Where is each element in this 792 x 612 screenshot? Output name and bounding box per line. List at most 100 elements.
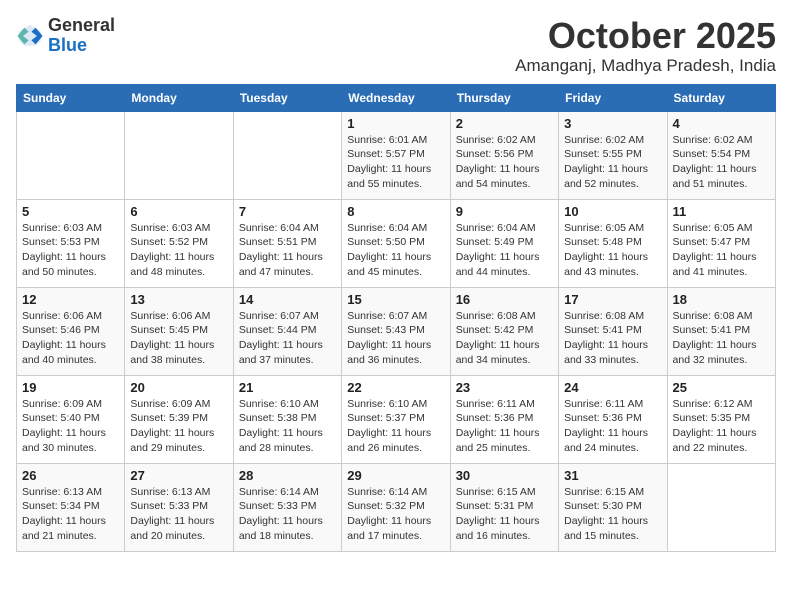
day-info: Sunrise: 6:15 AMSunset: 5:30 PMDaylight:… [564,485,661,544]
day-cell: 11 Sunrise: 6:05 AMSunset: 5:47 PMDaylig… [667,199,775,287]
location-title: Amanganj, Madhya Pradesh, India [515,56,776,76]
day-cell: 8 Sunrise: 6:04 AMSunset: 5:50 PMDayligh… [342,199,450,287]
day-number: 27 [130,468,227,483]
day-number: 30 [456,468,553,483]
day-cell: 9 Sunrise: 6:04 AMSunset: 5:49 PMDayligh… [450,199,558,287]
day-cell: 3 Sunrise: 6:02 AMSunset: 5:55 PMDayligh… [559,111,667,199]
day-info: Sunrise: 6:04 AMSunset: 5:50 PMDaylight:… [347,221,444,280]
day-info: Sunrise: 6:05 AMSunset: 5:48 PMDaylight:… [564,221,661,280]
day-cell: 7 Sunrise: 6:04 AMSunset: 5:51 PMDayligh… [233,199,341,287]
weekday-header-saturday: Saturday [667,84,775,111]
weekday-header-row: SundayMondayTuesdayWednesdayThursdayFrid… [17,84,776,111]
day-info: Sunrise: 6:13 AMSunset: 5:33 PMDaylight:… [130,485,227,544]
logo-icon [16,22,44,50]
day-number: 21 [239,380,336,395]
day-number: 20 [130,380,227,395]
week-row-3: 12 Sunrise: 6:06 AMSunset: 5:46 PMDaylig… [17,287,776,375]
weekday-header-thursday: Thursday [450,84,558,111]
day-cell: 17 Sunrise: 6:08 AMSunset: 5:41 PMDaylig… [559,287,667,375]
day-number: 4 [673,116,770,131]
day-info: Sunrise: 6:03 AMSunset: 5:53 PMDaylight:… [22,221,119,280]
day-cell: 14 Sunrise: 6:07 AMSunset: 5:44 PMDaylig… [233,287,341,375]
day-number: 18 [673,292,770,307]
day-cell: 1 Sunrise: 6:01 AMSunset: 5:57 PMDayligh… [342,111,450,199]
day-number: 1 [347,116,444,131]
day-number: 16 [456,292,553,307]
day-info: Sunrise: 6:09 AMSunset: 5:40 PMDaylight:… [22,397,119,456]
day-info: Sunrise: 6:02 AMSunset: 5:56 PMDaylight:… [456,133,553,192]
day-cell [667,463,775,551]
day-number: 24 [564,380,661,395]
logo: General Blue [16,16,115,56]
day-info: Sunrise: 6:04 AMSunset: 5:49 PMDaylight:… [456,221,553,280]
day-number: 9 [456,204,553,219]
day-number: 12 [22,292,119,307]
day-cell: 26 Sunrise: 6:13 AMSunset: 5:34 PMDaylig… [17,463,125,551]
day-info: Sunrise: 6:01 AMSunset: 5:57 PMDaylight:… [347,133,444,192]
logo-general: General [48,16,115,36]
page-header: General Blue October 2025 Amanganj, Madh… [16,16,776,76]
day-info: Sunrise: 6:11 AMSunset: 5:36 PMDaylight:… [564,397,661,456]
day-number: 10 [564,204,661,219]
weekday-header-sunday: Sunday [17,84,125,111]
day-number: 5 [22,204,119,219]
day-cell: 13 Sunrise: 6:06 AMSunset: 5:45 PMDaylig… [125,287,233,375]
day-number: 8 [347,204,444,219]
day-cell [125,111,233,199]
day-info: Sunrise: 6:06 AMSunset: 5:46 PMDaylight:… [22,309,119,368]
day-cell: 15 Sunrise: 6:07 AMSunset: 5:43 PMDaylig… [342,287,450,375]
day-cell: 29 Sunrise: 6:14 AMSunset: 5:32 PMDaylig… [342,463,450,551]
day-cell: 5 Sunrise: 6:03 AMSunset: 5:53 PMDayligh… [17,199,125,287]
day-number: 23 [456,380,553,395]
week-row-2: 5 Sunrise: 6:03 AMSunset: 5:53 PMDayligh… [17,199,776,287]
day-cell: 2 Sunrise: 6:02 AMSunset: 5:56 PMDayligh… [450,111,558,199]
day-info: Sunrise: 6:05 AMSunset: 5:47 PMDaylight:… [673,221,770,280]
day-number: 14 [239,292,336,307]
day-info: Sunrise: 6:09 AMSunset: 5:39 PMDaylight:… [130,397,227,456]
day-cell [17,111,125,199]
day-info: Sunrise: 6:06 AMSunset: 5:45 PMDaylight:… [130,309,227,368]
day-number: 19 [22,380,119,395]
calendar-table: SundayMondayTuesdayWednesdayThursdayFrid… [16,84,776,552]
day-cell: 18 Sunrise: 6:08 AMSunset: 5:41 PMDaylig… [667,287,775,375]
day-info: Sunrise: 6:10 AMSunset: 5:37 PMDaylight:… [347,397,444,456]
day-info: Sunrise: 6:14 AMSunset: 5:33 PMDaylight:… [239,485,336,544]
day-info: Sunrise: 6:11 AMSunset: 5:36 PMDaylight:… [456,397,553,456]
week-row-5: 26 Sunrise: 6:13 AMSunset: 5:34 PMDaylig… [17,463,776,551]
day-info: Sunrise: 6:07 AMSunset: 5:44 PMDaylight:… [239,309,336,368]
day-cell: 10 Sunrise: 6:05 AMSunset: 5:48 PMDaylig… [559,199,667,287]
day-number: 29 [347,468,444,483]
day-cell: 6 Sunrise: 6:03 AMSunset: 5:52 PMDayligh… [125,199,233,287]
day-cell: 27 Sunrise: 6:13 AMSunset: 5:33 PMDaylig… [125,463,233,551]
day-number: 2 [456,116,553,131]
logo-blue: Blue [48,36,115,56]
title-block: October 2025 Amanganj, Madhya Pradesh, I… [515,16,776,76]
day-info: Sunrise: 6:15 AMSunset: 5:31 PMDaylight:… [456,485,553,544]
day-number: 26 [22,468,119,483]
day-info: Sunrise: 6:08 AMSunset: 5:41 PMDaylight:… [564,309,661,368]
month-title: October 2025 [515,16,776,56]
day-cell: 24 Sunrise: 6:11 AMSunset: 5:36 PMDaylig… [559,375,667,463]
day-cell: 25 Sunrise: 6:12 AMSunset: 5:35 PMDaylig… [667,375,775,463]
day-info: Sunrise: 6:02 AMSunset: 5:55 PMDaylight:… [564,133,661,192]
day-info: Sunrise: 6:12 AMSunset: 5:35 PMDaylight:… [673,397,770,456]
day-cell: 21 Sunrise: 6:10 AMSunset: 5:38 PMDaylig… [233,375,341,463]
day-info: Sunrise: 6:10 AMSunset: 5:38 PMDaylight:… [239,397,336,456]
weekday-header-wednesday: Wednesday [342,84,450,111]
day-number: 22 [347,380,444,395]
day-number: 15 [347,292,444,307]
day-number: 17 [564,292,661,307]
day-cell: 28 Sunrise: 6:14 AMSunset: 5:33 PMDaylig… [233,463,341,551]
day-number: 3 [564,116,661,131]
weekday-header-friday: Friday [559,84,667,111]
day-number: 7 [239,204,336,219]
day-number: 31 [564,468,661,483]
day-cell: 12 Sunrise: 6:06 AMSunset: 5:46 PMDaylig… [17,287,125,375]
week-row-4: 19 Sunrise: 6:09 AMSunset: 5:40 PMDaylig… [17,375,776,463]
day-cell: 22 Sunrise: 6:10 AMSunset: 5:37 PMDaylig… [342,375,450,463]
weekday-header-monday: Monday [125,84,233,111]
day-info: Sunrise: 6:04 AMSunset: 5:51 PMDaylight:… [239,221,336,280]
day-cell: 16 Sunrise: 6:08 AMSunset: 5:42 PMDaylig… [450,287,558,375]
day-cell: 20 Sunrise: 6:09 AMSunset: 5:39 PMDaylig… [125,375,233,463]
day-cell: 19 Sunrise: 6:09 AMSunset: 5:40 PMDaylig… [17,375,125,463]
